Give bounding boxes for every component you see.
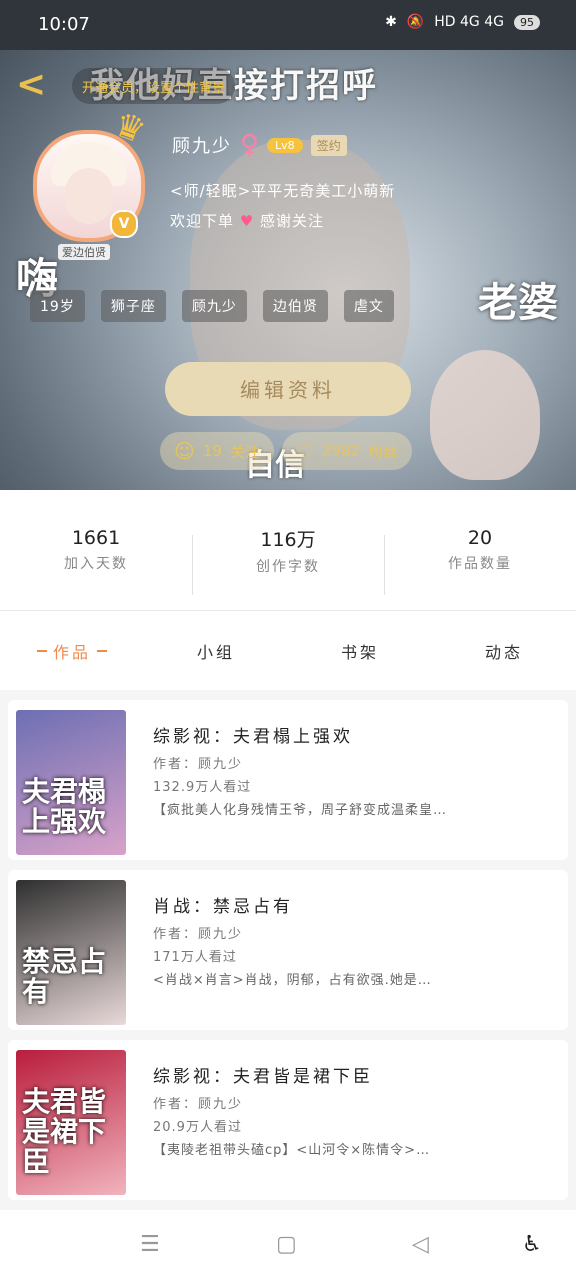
book-title[interactable]: 肖战：禁忌占有 (153, 892, 553, 917)
tag-genre: 虐文 (343, 290, 394, 322)
book-title[interactable]: 综影视：夫君皆是裙下臣 (153, 1062, 553, 1087)
heart-icon: ♥ (239, 212, 255, 230)
add-user-icon: ☺ (174, 439, 195, 463)
status-icons: ✱ 🔕 HD 4G 4G 95 (385, 14, 540, 30)
book-description: 【夷陵老祖带头磕cp】<山河令×陈情令>… (153, 1143, 431, 1158)
following-count: 19 (202, 442, 222, 460)
avatar-tag: 爱边伯贤 (58, 244, 110, 260)
stat-days: 1661 加入天数 (0, 490, 192, 610)
cover-title: 夫君榻上强欢 (22, 775, 107, 838)
female-icon: ♀ (240, 130, 260, 160)
stat-number: 116万 (260, 528, 316, 551)
book-description: 【疯批美人化身残情王爷，周子舒变成温柔皇… (153, 803, 448, 818)
book-cover[interactable]: 禁忌占有 (16, 880, 126, 1025)
stat-words: 116万 创作字数 (192, 490, 384, 610)
name-row: 顾九少 ♀ Lv8 签约 (172, 130, 347, 160)
book-views: 132.9万人看过 (153, 780, 252, 795)
verified-badge-icon: V (110, 210, 138, 238)
heart-outline-icon: ♡ (295, 439, 314, 463)
book-views: 20.9万人看过 (153, 1120, 242, 1135)
cover-title: 禁忌占有 (22, 945, 107, 1008)
menu-icon[interactable]: ☰ (140, 1232, 160, 1257)
profile-tags: 19岁 狮子座 顾九少 边伯贤 虐文 (30, 290, 394, 322)
stat-label: 作品数量 (448, 556, 512, 572)
tab-bookshelf[interactable]: 书架 (288, 611, 432, 690)
battery-badge: 95 (514, 14, 540, 30)
follow-row: ☺ 19 关注 ♡ 2982 粉丝 (160, 432, 413, 470)
level-badge: Lv8 (267, 137, 303, 153)
signed-badge[interactable]: 签约 (310, 134, 347, 156)
book-info: 综影视：夫君榻上强欢 作者：顾九少 132.9万人看过 【疯批美人化身残情王爷，… (153, 722, 553, 818)
book-card[interactable]: 夫君榻上强欢 综影视：夫君榻上强欢 作者：顾九少 132.9万人看过 【疯批美人… (8, 700, 568, 860)
book-cover[interactable]: 夫君皆是裙下臣 (16, 1050, 126, 1195)
book-views: 171万人看过 (153, 950, 237, 965)
book-description: <肖战×肖言>肖战，阴郁，占有欲强.她是… (153, 973, 432, 988)
tag-zodiac: 狮子座 (100, 290, 166, 322)
book-cover[interactable]: 夫君榻上强欢 (16, 710, 126, 855)
stat-number: 20 (467, 527, 493, 549)
vip-background-banner[interactable]: 开通会员，设置个性背景 (72, 68, 236, 104)
book-author: 作者：顾九少 (153, 757, 244, 772)
profile-header: 10:07 ✱ 🔕 HD 4G 4G 95 我他妈直接打招呼 嗨 老婆 自信 <… (0, 0, 576, 490)
fans-button[interactable]: ♡ 2982 粉丝 (281, 432, 413, 470)
following-label: 关注 (229, 442, 260, 461)
tag-idol: 边伯贤 (262, 290, 328, 322)
edit-profile-button[interactable]: 编辑资料 (165, 362, 411, 416)
book-card[interactable]: 夫君皆是裙下臣 综影视：夫君皆是裙下臣 作者：顾九少 20.9万人看过 【夷陵老… (8, 1040, 568, 1200)
bio: <师/轻眠>平平无奇美工小萌新 欢迎下单 ♥ 感谢关注 (170, 176, 470, 236)
home-icon[interactable]: ▢ (276, 1232, 297, 1257)
tab-groups[interactable]: 小组 (144, 611, 288, 690)
accessibility-icon[interactable]: ♿ (522, 1232, 542, 1257)
book-info: 综影视：夫君皆是裙下臣 作者：顾九少 20.9万人看过 【夷陵老祖带头磕cp】<… (153, 1062, 553, 1158)
bio-line-3: 感谢关注 (260, 212, 325, 230)
back-chevron-icon[interactable]: < (16, 64, 46, 105)
stat-label: 加入天数 (64, 556, 128, 572)
meme-caption-wife: 老婆 (478, 280, 558, 326)
stat-label: 创作字数 (256, 558, 320, 575)
bio-line-2-row: 欢迎下单 ♥ 感谢关注 (170, 206, 470, 236)
following-button[interactable]: ☺ 19 关注 (160, 432, 274, 470)
tab-works[interactable]: 作品 (0, 611, 144, 690)
fans-count: 2982 (321, 442, 361, 460)
status-time: 10:07 (38, 14, 90, 35)
network-text: HD 4G 4G (434, 14, 504, 30)
book-author: 作者：顾九少 (153, 1097, 244, 1112)
bio-line-1: <师/轻眠>平平无奇美工小萌新 (170, 182, 396, 200)
bluetooth-icon: ✱ (385, 14, 397, 30)
tag-age: 19岁 (30, 290, 85, 322)
avatar-face (65, 168, 113, 224)
tab-bar: 作品 小组 书架 动态 (0, 611, 576, 690)
tab-activity[interactable]: 动态 (432, 611, 576, 690)
tag-name: 顾九少 (181, 290, 247, 322)
back-triangle-icon[interactable]: ◁ (412, 1232, 429, 1257)
book-title[interactable]: 综影视：夫君榻上强欢 (153, 722, 553, 747)
book-author: 作者：顾九少 (153, 927, 244, 942)
crown-icon: ♛ (108, 104, 151, 153)
background-hand (430, 350, 540, 480)
status-bar: 10:07 ✱ 🔕 HD 4G 4G 95 (0, 0, 576, 50)
book-info: 肖战：禁忌占有 作者：顾九少 171万人看过 <肖战×肖言>肖战，阴郁，占有欲强… (153, 892, 553, 988)
system-nav-bar: ☰ ▢ ◁ ♿ (0, 1210, 576, 1280)
bio-line-2: 欢迎下单 (170, 212, 235, 230)
book-card[interactable]: 禁忌占有 肖战：禁忌占有 作者：顾九少 171万人看过 <肖战×肖言>肖战，阴郁… (8, 870, 568, 1030)
username: 顾九少 (172, 136, 232, 157)
stat-works: 20 作品数量 (384, 490, 576, 610)
mute-icon: 🔕 (406, 14, 425, 30)
stats-bar: 1661 加入天数 116万 创作字数 20 作品数量 (0, 490, 576, 610)
fans-label: 粉丝 (368, 442, 399, 461)
stat-number: 1661 (71, 527, 121, 549)
cover-title: 夫君皆是裙下臣 (22, 1085, 107, 1178)
